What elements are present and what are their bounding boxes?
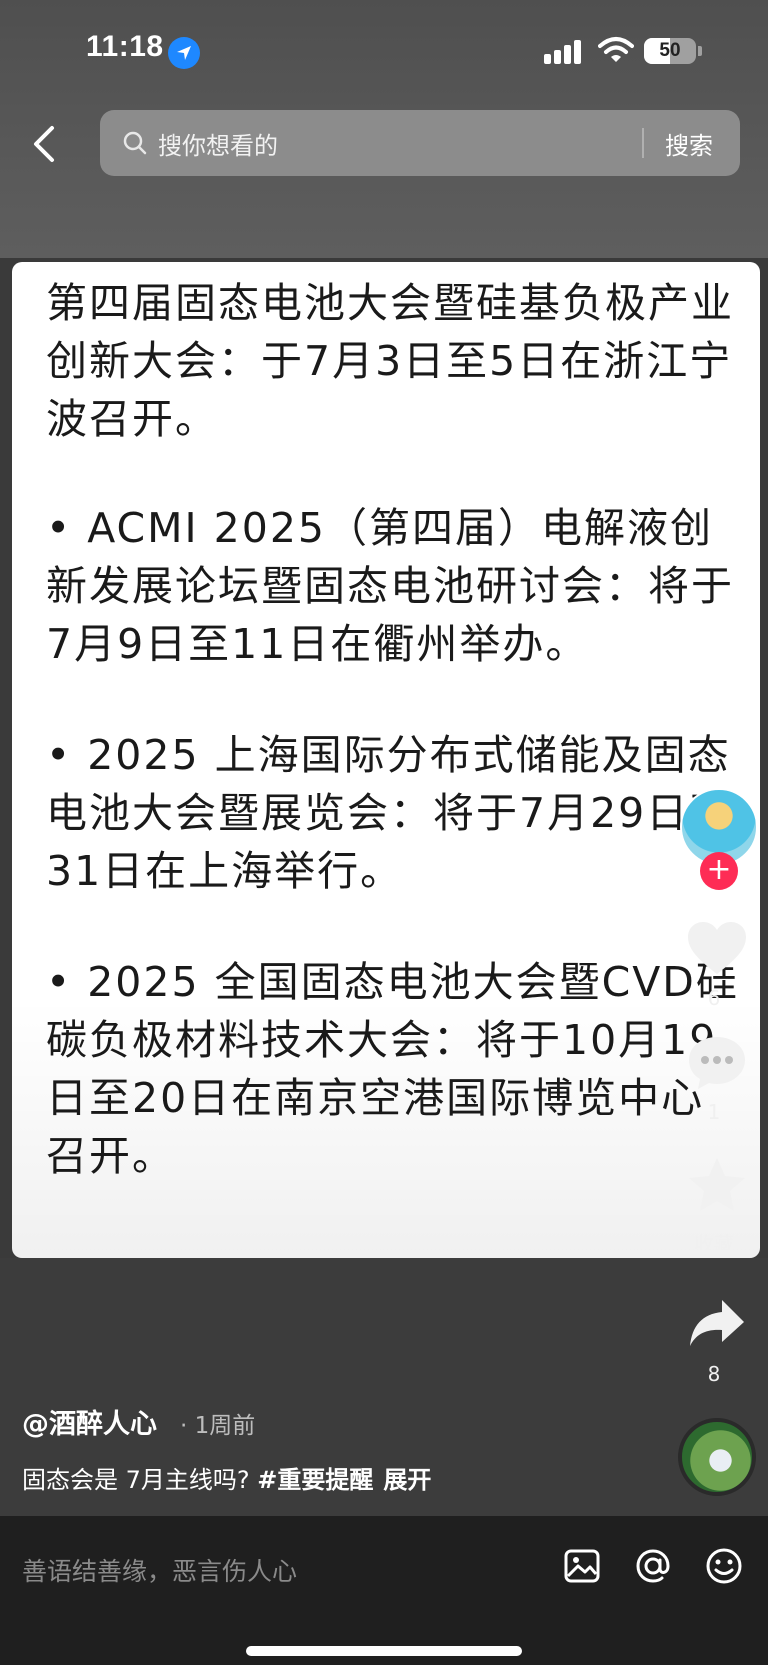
expand-button[interactable]: 展开 [383,1466,431,1494]
comment-icon[interactable] [686,1034,748,1092]
paragraph-2: • ACMI 2025（第四届）电解液创新发展论坛暨固态电池研讨会：将于7月9日… [46,504,734,668]
battery-tip [698,46,702,56]
post-caption: 固态会是 7月主线吗? #重要提醒 展开 [22,1460,431,1495]
search-divider [642,128,644,158]
share-arrow-icon[interactable] [686,1296,748,1354]
comment-count: 1 [707,1100,721,1124]
post-image-card[interactable]: 第四届固态电池大会暨硅基负极产业创新大会：于7月3日至5日在浙江宁波召开。 • … [12,262,760,1258]
search-input[interactable]: 搜你想看的 [158,126,278,161]
mention-icon[interactable] [633,1546,673,1586]
status-bar: 11:18 50 [0,0,768,100]
battery-level: 50 [659,40,681,61]
comment-input[interactable]: 善语结善缘，恶言伤人心 [22,1552,297,1588]
music-disc-avatar[interactable] [678,1418,756,1496]
battery-icon: 50 [644,38,696,64]
search-bar[interactable]: 搜你想看的 搜索 [100,110,740,176]
like-count: 6 [707,986,721,1010]
wifi-icon [598,36,634,64]
follow-button[interactable]: + [700,852,738,890]
search-button[interactable]: 搜索 [665,126,713,161]
paragraph-3: • 2025 上海国际分布式储能及固态电池大会暨展览会：将于7月29日至31日在… [46,731,733,895]
favorite-label: 收藏 [694,1232,734,1256]
back-button[interactable] [26,122,66,166]
caption-text: 固态会是 7月主线吗? [22,1466,258,1494]
share-count: 8 [707,1362,721,1386]
action-rail: + 6 1 收藏 8 [660,780,768,1520]
location-arrow-icon [168,37,200,69]
top-header: 11:18 50 搜你想看的 搜索 [0,0,768,258]
paragraph-1: 第四届固态电池大会暨硅基负极产业创新大会：于7月3日至5日在浙江宁波召开。 [46,279,734,443]
home-indicator [246,1646,522,1656]
emoji-icon[interactable] [704,1546,744,1586]
search-icon [122,130,148,156]
status-time: 11:18 [86,30,164,63]
comment-bar: 善语结善缘，恶言伤人心 [0,1516,768,1665]
cellular-signal-icon [544,40,584,64]
image-icon[interactable] [562,1546,602,1586]
hashtag-link[interactable]: #重要提醒 [257,1466,373,1494]
post-time: · 1周前 [180,1413,256,1439]
favorite-star-icon[interactable] [686,1156,748,1214]
like-heart-icon[interactable] [686,920,748,978]
author-name[interactable]: @酒醉人心 [22,1402,157,1441]
paragraph-4: • 2025 全国固态电池大会暨CVD硅碳负极材料技术大会：将于10月19日至2… [46,958,739,1180]
